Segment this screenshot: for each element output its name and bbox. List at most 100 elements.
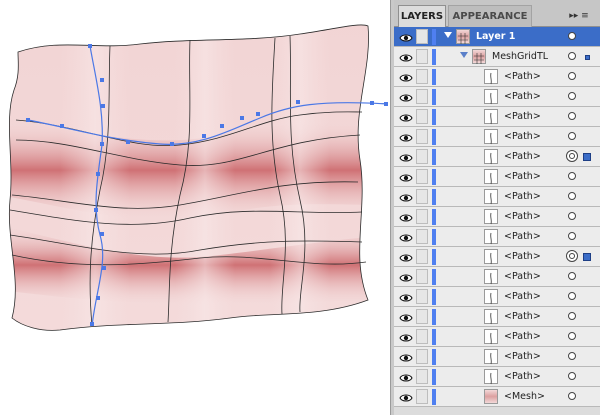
visibility-eye-icon[interactable] — [399, 370, 413, 384]
layer-row-group[interactable]: MeshGridTL — [394, 47, 600, 67]
layer-row-path[interactable]: <Path> — [394, 287, 600, 307]
target-circle-icon[interactable] — [568, 112, 576, 120]
visibility-eye-icon[interactable] — [399, 190, 413, 204]
target-circle-icon[interactable] — [568, 32, 576, 40]
target-circle-icon[interactable] — [568, 192, 576, 200]
target-circle-icon[interactable] — [568, 52, 576, 60]
layer-color-bar — [432, 49, 436, 65]
lock-toggle[interactable] — [416, 149, 428, 164]
visibility-eye-icon[interactable] — [399, 170, 413, 184]
target-circle-icon[interactable] — [568, 372, 576, 380]
lock-toggle[interactable] — [416, 109, 428, 124]
lock-toggle[interactable] — [416, 89, 428, 104]
visibility-eye-icon[interactable] — [399, 210, 413, 224]
layer-row-label: <Path> — [504, 151, 541, 162]
target-circle-icon[interactable] — [568, 92, 576, 100]
visibility-eye-icon[interactable] — [399, 290, 413, 304]
target-circle-icon[interactable] — [566, 150, 578, 162]
tab-layers[interactable]: LAYERS — [398, 5, 446, 27]
target-circle-icon[interactable] — [568, 232, 576, 240]
target-circle-icon[interactable] — [568, 212, 576, 220]
lock-toggle[interactable] — [416, 269, 428, 284]
target-circle-icon[interactable] — [568, 292, 576, 300]
layer-row-path[interactable]: <Path> — [394, 147, 600, 167]
target-circle-icon[interactable] — [568, 312, 576, 320]
lock-toggle[interactable] — [416, 69, 428, 84]
layer-color-bar — [432, 149, 436, 165]
visibility-eye-icon[interactable] — [399, 150, 413, 164]
lock-toggle[interactable] — [416, 169, 428, 184]
layer-row-path[interactable]: <Path> — [394, 347, 600, 367]
lock-toggle[interactable] — [416, 329, 428, 344]
visibility-eye-icon[interactable] — [399, 350, 413, 364]
layer-row-path[interactable]: <Path> — [394, 267, 600, 287]
layer-row-mesh[interactable]: <Mesh> — [394, 387, 600, 407]
expand-triangle-icon[interactable] — [460, 52, 468, 58]
layers-panel: LAYERS APPEARANCE ▸▸ ≡ Layer 1 MeshGridTL… — [394, 0, 600, 415]
lock-toggle[interactable] — [416, 309, 428, 324]
visibility-eye-icon[interactable] — [399, 270, 413, 284]
layer-row-label: <Path> — [504, 131, 541, 142]
layer-row-path[interactable]: <Path> — [394, 367, 600, 387]
visibility-eye-icon[interactable] — [399, 330, 413, 344]
layer-row-label: <Path> — [504, 331, 541, 342]
lock-toggle[interactable] — [416, 249, 428, 264]
layer-row-path[interactable]: <Path> — [394, 227, 600, 247]
path-thumb-icon — [484, 89, 498, 105]
lock-toggle[interactable] — [416, 349, 428, 364]
target-circle-icon[interactable] — [568, 352, 576, 360]
layer-row-path[interactable]: <Path> — [394, 87, 600, 107]
lock-toggle[interactable] — [416, 49, 428, 64]
lock-toggle[interactable] — [416, 289, 428, 304]
lock-toggle[interactable] — [416, 389, 428, 404]
artboard-canvas[interactable] — [0, 0, 390, 415]
layer-row-path[interactable]: <Path> — [394, 327, 600, 347]
lock-toggle[interactable] — [416, 209, 428, 224]
layer-row-path[interactable]: <Path> — [394, 127, 600, 147]
target-circle-icon[interactable] — [568, 72, 576, 80]
lock-toggle[interactable] — [416, 369, 428, 384]
layer-color-bar — [432, 389, 436, 405]
mesh-artwork[interactable] — [0, 0, 390, 415]
lock-toggle[interactable] — [416, 189, 428, 204]
target-circle-icon[interactable] — [568, 272, 576, 280]
layer-row-label: <Path> — [504, 191, 541, 202]
visibility-eye-icon[interactable] — [399, 390, 413, 404]
lock-toggle[interactable] — [416, 229, 428, 244]
visibility-eye-icon[interactable] — [399, 90, 413, 104]
visibility-eye-icon[interactable] — [399, 130, 413, 144]
visibility-eye-icon[interactable] — [399, 250, 413, 264]
layer-row-path[interactable]: <Path> — [394, 187, 600, 207]
layer-row-path[interactable]: <Path> — [394, 247, 600, 267]
target-circle-icon[interactable] — [568, 392, 576, 400]
expand-triangle-icon[interactable] — [444, 32, 452, 38]
path-thumb-icon — [484, 69, 498, 85]
selection-indicator[interactable] — [583, 153, 591, 161]
layer-row-path[interactable]: <Path> — [394, 167, 600, 187]
layer-row-label: <Path> — [504, 91, 541, 102]
visibility-eye-icon[interactable] — [399, 50, 413, 64]
visibility-eye-icon[interactable] — [399, 230, 413, 244]
visibility-eye-icon[interactable] — [399, 70, 413, 84]
visibility-eye-icon[interactable] — [399, 110, 413, 124]
layer-row-label: <Path> — [504, 251, 541, 262]
layer-row-path[interactable]: <Path> — [394, 207, 600, 227]
target-circle-icon[interactable] — [568, 132, 576, 140]
tab-appearance[interactable]: APPEARANCE — [448, 5, 532, 27]
target-circle-icon[interactable] — [568, 172, 576, 180]
panel-menu-icon[interactable]: ▸▸ ≡ — [564, 8, 594, 24]
visibility-eye-icon[interactable] — [399, 310, 413, 324]
target-circle-icon[interactable] — [566, 250, 578, 262]
lock-toggle[interactable] — [416, 29, 428, 44]
selection-indicator[interactable] — [583, 253, 591, 261]
layer-row-path[interactable]: <Path> — [394, 67, 600, 87]
layer-row-layer[interactable]: Layer 1 — [394, 27, 600, 47]
layer-row-path[interactable]: <Path> — [394, 307, 600, 327]
selection-indicator[interactable] — [585, 55, 590, 60]
layer-row-path[interactable]: <Path> — [394, 107, 600, 127]
layer-color-bar — [432, 349, 436, 365]
lock-toggle[interactable] — [416, 129, 428, 144]
path-thumb-icon — [484, 169, 498, 185]
visibility-eye-icon[interactable] — [399, 30, 413, 44]
target-circle-icon[interactable] — [568, 332, 576, 340]
